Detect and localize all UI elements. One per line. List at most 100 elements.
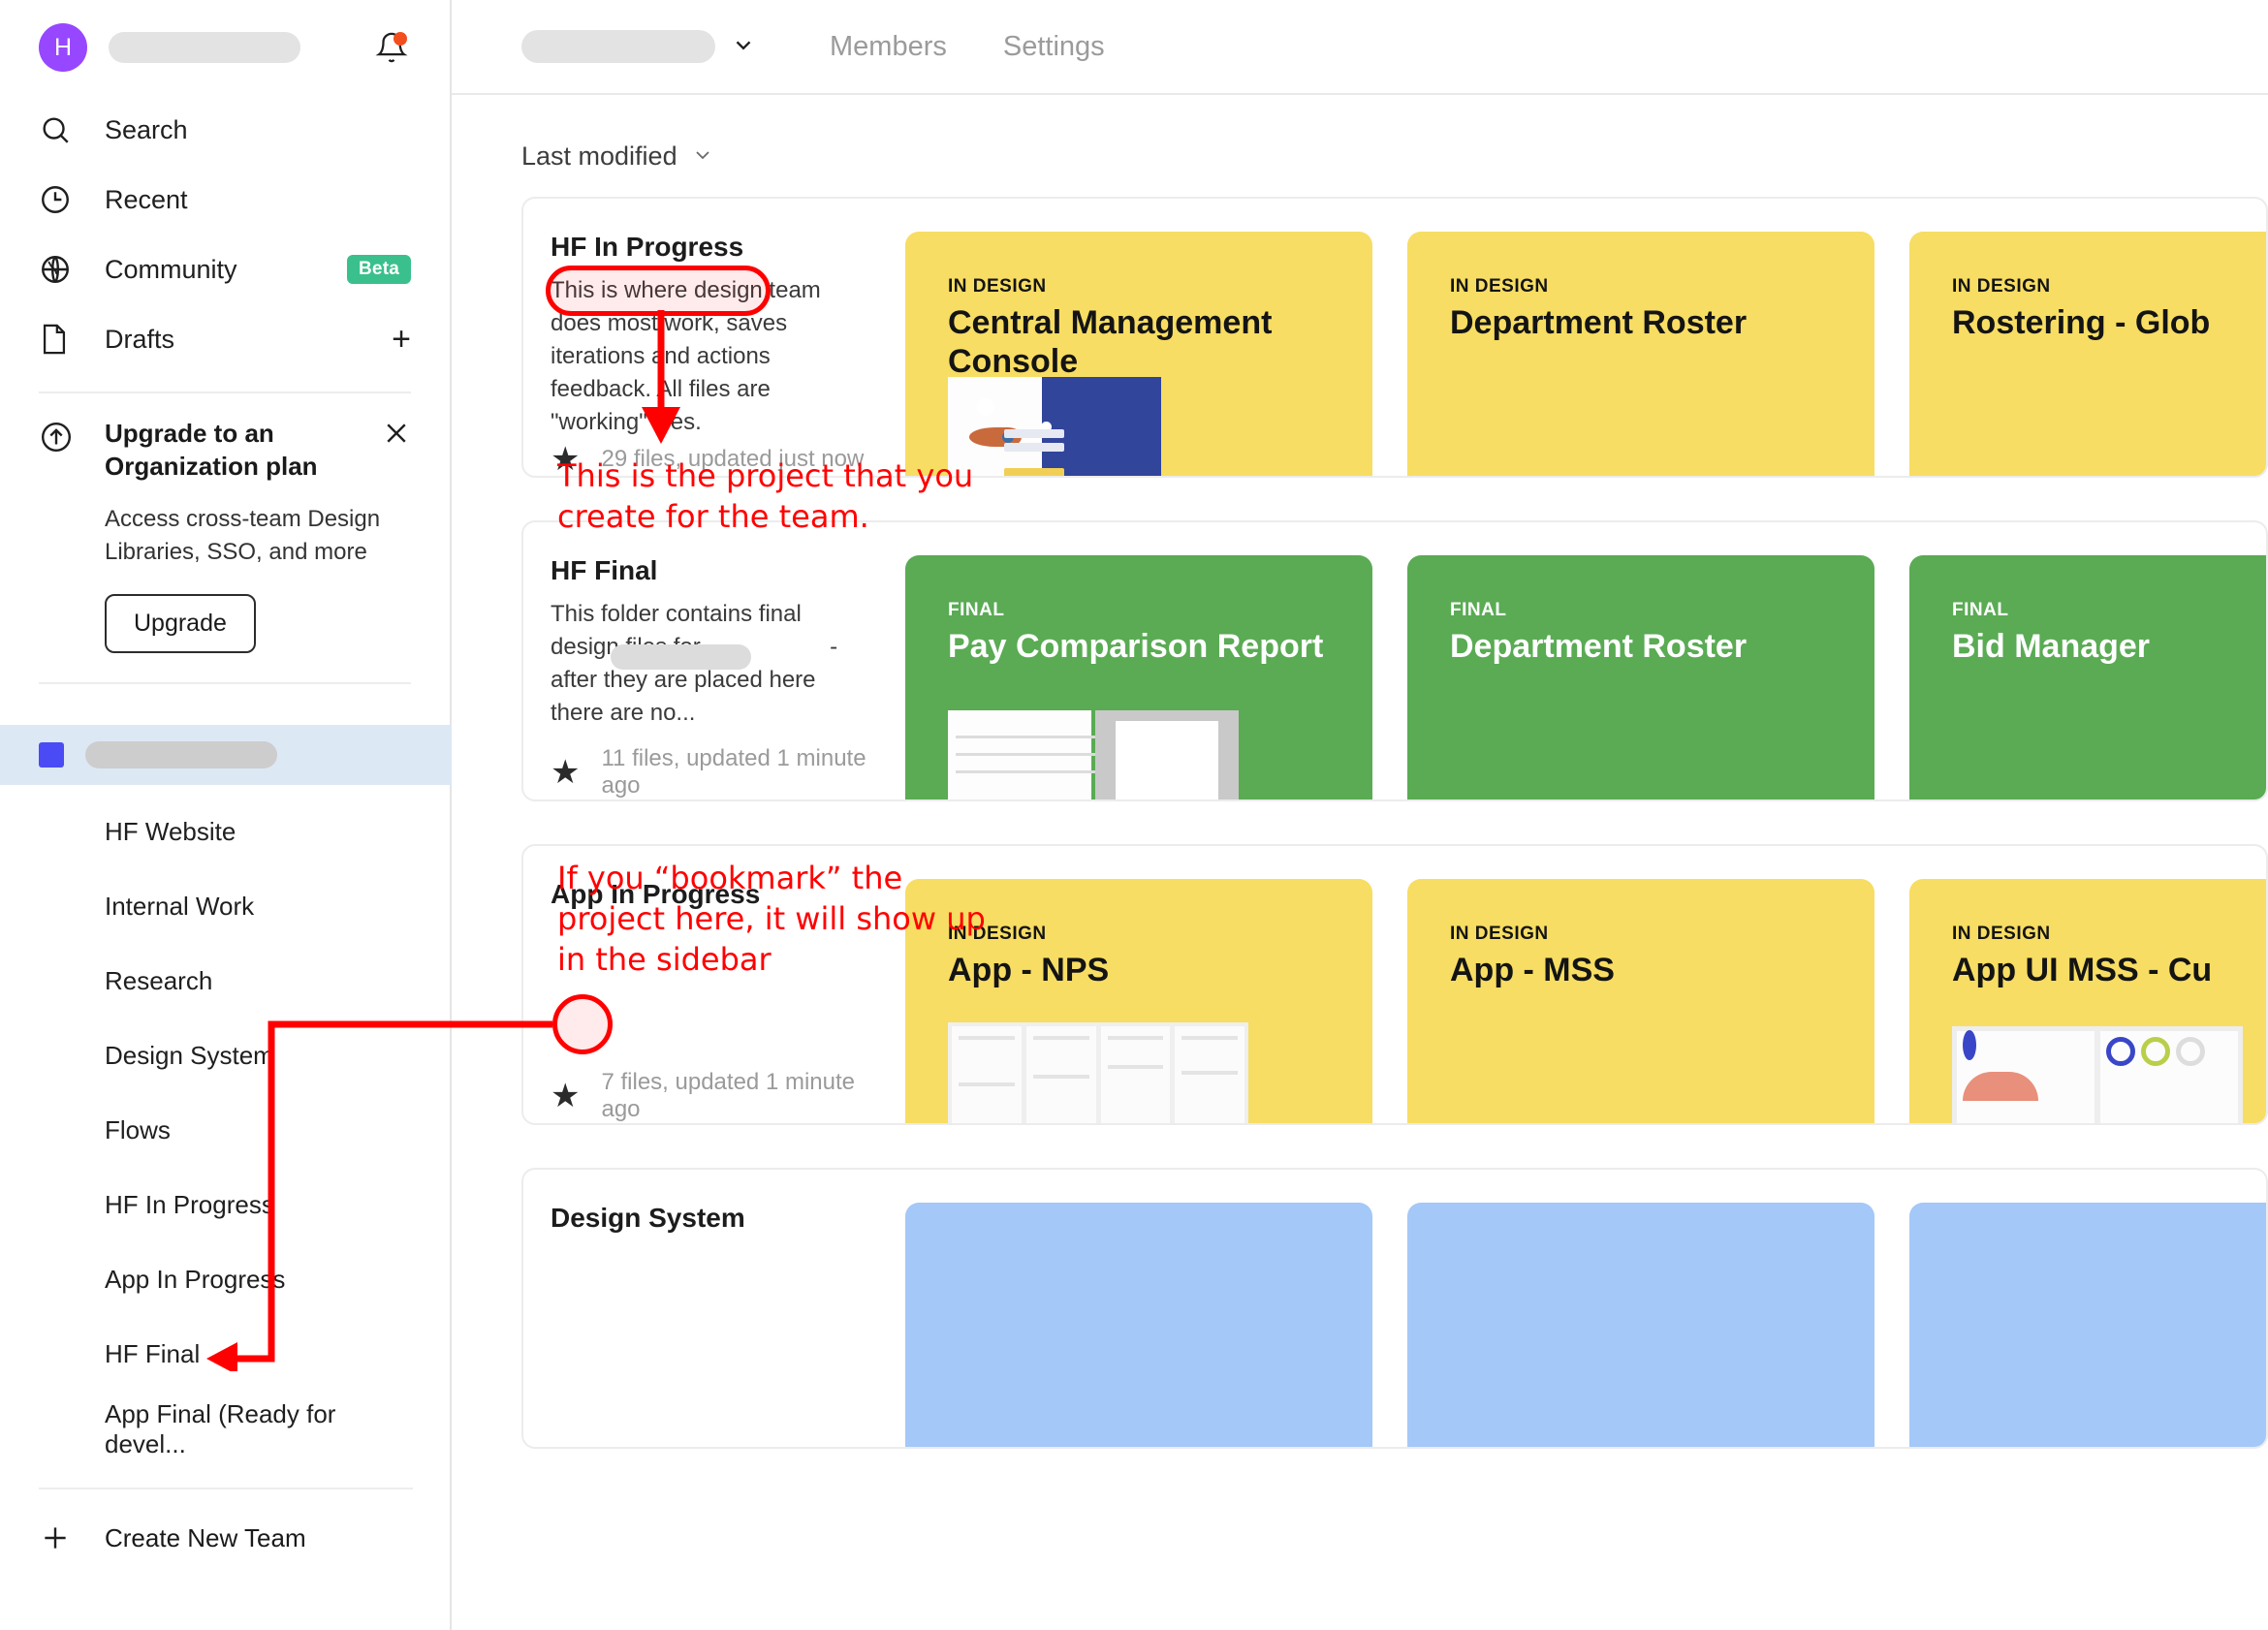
project-card-hf-final[interactable]: HF Final This folder contains final desi… xyxy=(521,520,2268,801)
file-kicker: FINAL xyxy=(1952,600,2268,621)
upgrade-promo-card: Upgrade to an Organization plan Access c… xyxy=(39,393,411,667)
star-icon[interactable]: ★ xyxy=(551,1080,580,1113)
sidebar-project-hf-in-progress[interactable]: HF In Progress xyxy=(39,1168,413,1242)
sidebar-project-app-final[interactable]: App Final (Ready for devel... xyxy=(39,1392,413,1466)
tab-settings[interactable]: Settings xyxy=(1003,31,1105,63)
star-icon[interactable]: ★ xyxy=(551,756,580,789)
sidebar-item-search[interactable]: Search xyxy=(39,95,411,165)
file-kicker: IN DESIGN xyxy=(1952,276,2268,298)
divider xyxy=(39,1488,413,1489)
file-name: App - MSS xyxy=(1450,951,1874,989)
redacted-team-name-inline xyxy=(611,644,751,670)
project-info: HF Final This folder contains final desi… xyxy=(551,555,876,799)
globe-icon xyxy=(39,253,79,286)
file-preview-image xyxy=(948,710,1239,801)
file-card-app-mss[interactable]: IN DESIGN App - MSS xyxy=(1407,879,1874,1125)
project-footer: ★ 29 files, updated just now xyxy=(551,443,864,476)
file-kicker: IN DESIGN xyxy=(948,276,1372,298)
file-preview-image xyxy=(948,377,1161,478)
project-footer: ★ 11 files, updated 1 minute ago xyxy=(551,745,876,799)
sidebar-project-design-system[interactable]: Design System xyxy=(39,1019,413,1093)
beta-badge: Beta xyxy=(347,255,411,284)
top-bar: Members Settings xyxy=(452,0,2268,95)
file-card-department-roster-final[interactable]: FINAL Department Roster xyxy=(1407,555,1874,801)
file-thumbnails: IN DESIGN Central Management Console xyxy=(905,232,2268,476)
sidebar-project-app-in-progress[interactable]: App In Progress xyxy=(39,1242,413,1317)
file-preview-image xyxy=(1952,1026,2243,1125)
chevron-down-icon[interactable] xyxy=(731,32,756,62)
file-kicker: FINAL xyxy=(948,600,1372,621)
sidebar-item-label: Drafts xyxy=(105,325,174,355)
project-info: Design System xyxy=(551,1203,876,1447)
file-name: Department Roster xyxy=(1450,627,1874,666)
file-card-central-management-console[interactable]: IN DESIGN Central Management Console xyxy=(905,232,1372,478)
close-icon[interactable] xyxy=(382,417,411,453)
plus-icon xyxy=(39,1521,79,1554)
create-new-team-button[interactable]: Create New Team xyxy=(39,1503,413,1573)
project-sections: HF In Progress This is where design team… xyxy=(452,172,2268,1449)
avatar[interactable]: H xyxy=(39,23,87,72)
sidebar-item-community[interactable]: Community Beta xyxy=(39,235,411,304)
divider xyxy=(39,682,411,684)
sidebar-project-internal-work[interactable]: Internal Work xyxy=(39,869,413,944)
file-card-rostering-global[interactable]: IN DESIGN Rostering - Glob xyxy=(1909,232,2268,478)
sidebar-project-list: HF Website Internal Work Research Design… xyxy=(0,795,452,1573)
sidebar-item-recent[interactable]: Recent xyxy=(39,165,411,235)
notifications-button[interactable] xyxy=(372,28,411,67)
star-icon[interactable]: ★ xyxy=(551,443,580,476)
new-draft-plus-icon[interactable]: + xyxy=(392,323,411,356)
file-card-design-system-2[interactable] xyxy=(1407,1203,1874,1449)
file-name: Rostering - Glob xyxy=(1952,303,2268,342)
file-thumbnails: FINAL Pay Comparison Report FIN xyxy=(905,555,2268,799)
team-name-redacted xyxy=(85,741,277,768)
sidebar-project-hf-final[interactable]: HF Final xyxy=(39,1317,413,1392)
sidebar-item-drafts[interactable]: Drafts + xyxy=(39,304,411,374)
project-footer: ★ 7 files, updated 1 minute ago xyxy=(551,1069,876,1123)
file-card-bid-manager[interactable]: FINAL Bid Manager xyxy=(1909,555,2268,801)
file-icon xyxy=(39,323,79,356)
sidebar-project-flows[interactable]: Flows xyxy=(39,1093,413,1168)
sidebar-project-hf-website[interactable]: HF Website xyxy=(39,795,413,869)
sidebar-item-label: Community xyxy=(105,255,237,285)
file-card-app-ui-mss-cu[interactable]: IN DESIGN App UI MSS - Cu xyxy=(1909,879,2268,1125)
file-name: Central Management Console xyxy=(948,303,1372,381)
file-card-department-roster-in-design[interactable]: IN DESIGN Department Roster xyxy=(1407,232,1874,478)
main-content: Members Settings Last modified HF In Pro… xyxy=(452,0,2268,1630)
file-card-app-nps[interactable]: IN DESIGN App - NPS xyxy=(905,879,1372,1125)
sort-label: Last modified xyxy=(521,141,677,172)
sort-control[interactable]: Last modified xyxy=(452,95,2268,172)
project-title: HF Final xyxy=(551,555,863,586)
create-new-team-label: Create New Team xyxy=(105,1523,306,1553)
project-title: Design System xyxy=(551,1203,863,1234)
chevron-down-icon xyxy=(691,142,714,171)
file-name: App UI MSS - Cu xyxy=(1952,951,2268,989)
project-description: This is where design team does most work… xyxy=(551,274,863,439)
file-name: Pay Comparison Report xyxy=(948,627,1372,666)
team-name-redacted-top[interactable] xyxy=(521,30,715,63)
sidebar-item-label: Recent xyxy=(105,185,188,215)
project-meta: 7 files, updated 1 minute ago xyxy=(601,1069,876,1123)
project-info: App In Progress ★ 7 files, updated 1 min… xyxy=(551,879,876,1123)
upgrade-arrow-icon xyxy=(39,417,79,459)
file-card-pay-comparison-report[interactable]: FINAL Pay Comparison Report xyxy=(905,555,1372,801)
project-meta: 11 files, updated 1 minute ago xyxy=(601,745,876,799)
account-name-redacted xyxy=(109,32,300,63)
file-card-design-system-3[interactable] xyxy=(1909,1203,2268,1449)
file-card-design-system-1[interactable] xyxy=(905,1203,1372,1449)
project-title: App In Progress xyxy=(551,879,863,910)
project-meta: 29 files, updated just now xyxy=(601,446,864,473)
project-card-hf-in-progress[interactable]: HF In Progress This is where design team… xyxy=(521,197,2268,478)
file-thumbnails xyxy=(905,1203,2268,1447)
file-preview-image xyxy=(948,1022,1248,1125)
team-color-swatch xyxy=(39,742,64,768)
tab-members[interactable]: Members xyxy=(830,31,947,63)
upgrade-button[interactable]: Upgrade xyxy=(105,594,256,653)
project-card-design-system[interactable]: Design System xyxy=(521,1168,2268,1449)
sidebar-project-research[interactable]: Research xyxy=(39,944,413,1019)
file-kicker: IN DESIGN xyxy=(1952,924,2268,945)
file-name: Department Roster xyxy=(1450,303,1874,342)
project-card-app-in-progress[interactable]: App In Progress ★ 7 files, updated 1 min… xyxy=(521,844,2268,1125)
file-kicker: FINAL xyxy=(1450,600,1874,621)
sidebar-team-selected[interactable] xyxy=(0,725,452,785)
file-name: Bid Manager xyxy=(1952,627,2268,666)
